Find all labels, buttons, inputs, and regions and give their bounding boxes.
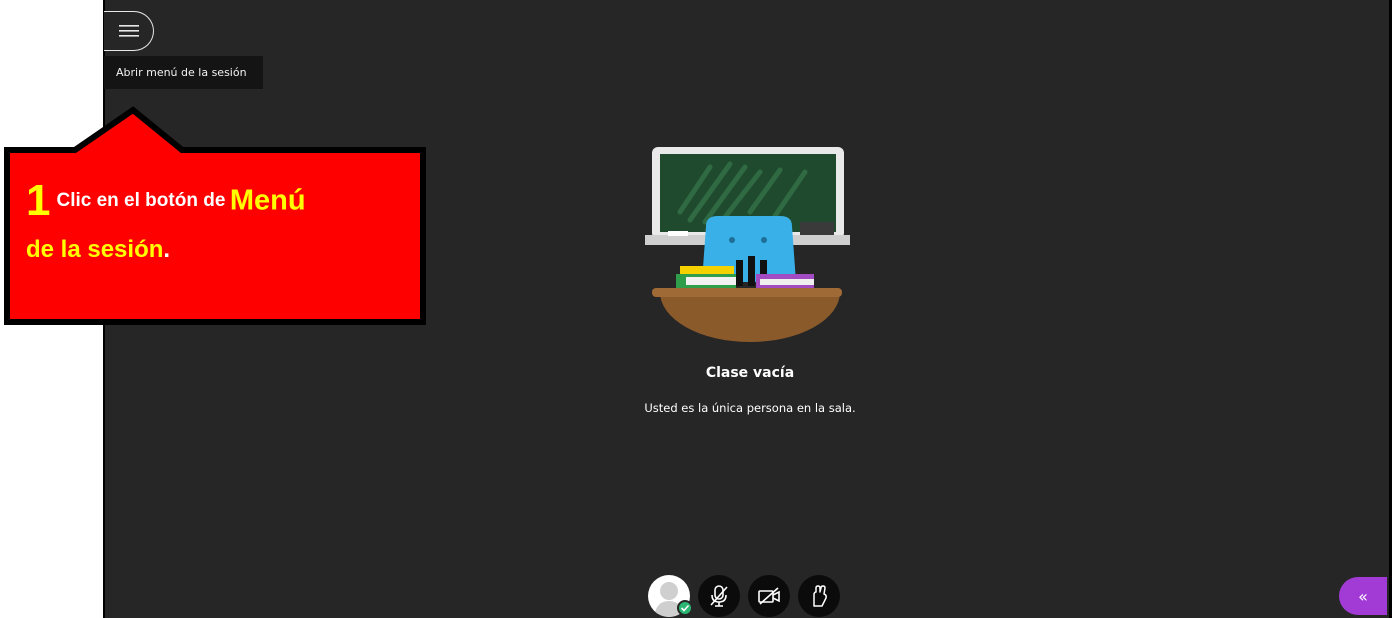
camera-button[interactable]: [748, 575, 790, 617]
callout-text-d: .: [163, 236, 171, 263]
empty-room-subtitle: Usted es la única persona en la sala.: [644, 401, 856, 415]
camera-off-icon: [758, 587, 780, 605]
callout-text-a: Clic en el botón de: [56, 190, 226, 211]
empty-room-title: Clase vacía: [705, 365, 795, 381]
classroom-illustration: [645, 147, 850, 342]
open-panel-button[interactable]: «: [1339, 577, 1387, 615]
double-chevron-left-icon: «: [1358, 586, 1368, 606]
callout-text-c: de la sesión: [26, 236, 164, 263]
microphone-button[interactable]: [698, 575, 740, 617]
callout-text: 1 Clic en el botón de Menú de la sesión.: [26, 176, 416, 264]
raise-hand-icon: [813, 585, 827, 607]
status-check-badge: [677, 600, 693, 616]
callout-text-b: Menú: [229, 184, 306, 217]
raise-hand-button[interactable]: [798, 575, 840, 617]
check-icon: [680, 604, 690, 612]
microphone-muted-icon: [710, 585, 728, 607]
callout-number: 1: [26, 176, 51, 225]
callout-shape: [4, 106, 426, 325]
